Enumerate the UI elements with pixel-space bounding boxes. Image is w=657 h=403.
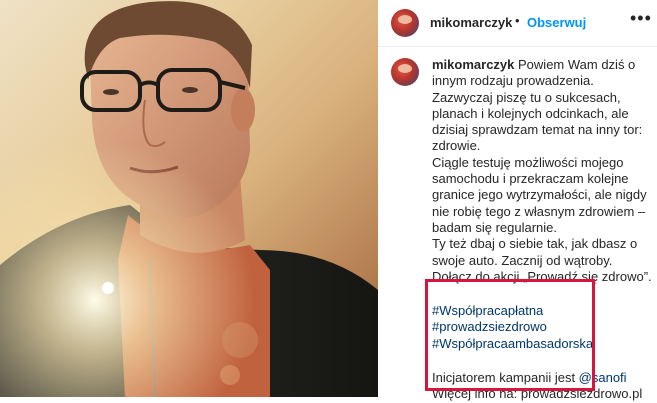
follow-button[interactable]: Obserwuj (527, 15, 586, 30)
portrait-illustration (0, 0, 378, 397)
more-options-icon[interactable]: ••• (630, 8, 652, 29)
campaign-info: Inicjatorem kampanii jest @sanofi Więcej… (432, 370, 654, 403)
caption-line: dzisiaj sprawdzam temat na inny tor: (432, 122, 643, 138)
post-photo[interactable] (0, 0, 378, 397)
caption-username[interactable]: mikomarczyk (432, 57, 514, 72)
hashtag-link[interactable]: #prowadzsiezdrowo (432, 319, 654, 335)
caption-line: granice jego wytrzymałości, ale nigdy (432, 187, 647, 203)
caption-line: planach i kolejnych odcinkach, ale (432, 105, 629, 121)
username-link[interactable]: mikomarczyk (430, 15, 512, 30)
caption-line: badam się regularnie. (432, 219, 558, 235)
mention-link[interactable]: @sanofi (579, 370, 627, 385)
caption-line: Powiem Wam dziś o (518, 57, 636, 72)
caption-avatar[interactable] (391, 58, 419, 86)
caption-line: innym rodzaju prowadzenia. (432, 73, 594, 89)
caption-line: swoje auto. Zacznij od wątroby. (432, 252, 613, 268)
caption-line: nie robię tego z własnym zdrowiem – (432, 203, 646, 219)
caption-line: Ciągle testuję możliwości mojego (432, 154, 624, 170)
caption-line: Ty też dbaj o siebie tak, jak dbasz o (432, 236, 638, 252)
post-caption: mikomarczyk Powiem Wam dziś o innym rodz… (432, 57, 654, 403)
separator-dot: • (515, 13, 520, 28)
campaign-initiator-text: Inicjatorem kampanii jest (432, 370, 579, 386)
caption-line: zdrowie. (432, 138, 481, 154)
hashtag-link[interactable]: #Współpracaambasadorska (432, 336, 654, 352)
more-info-text: Więcej info na: prowadzsiezdrowo.pl (432, 386, 643, 402)
post-side-panel: mikomarczyk • Obserwuj ••• mikomarczyk P… (378, 0, 657, 401)
caption-line: Dołącz do akcji „Prowadź się zdrowo”. (432, 268, 652, 284)
avatar[interactable] (391, 9, 419, 37)
hashtag-list: #Współpracapłatna #prowadzsiezdrowo #Wsp… (432, 303, 654, 352)
post-header: mikomarczyk • Obserwuj ••• (378, 0, 657, 47)
hashtag-link[interactable]: #Współpracapłatna (432, 303, 654, 319)
caption-line: Zazwyczaj piszę tu o sukcesach, (432, 89, 621, 105)
caption-line: samochodu i przekraczam kolejne (432, 171, 629, 187)
